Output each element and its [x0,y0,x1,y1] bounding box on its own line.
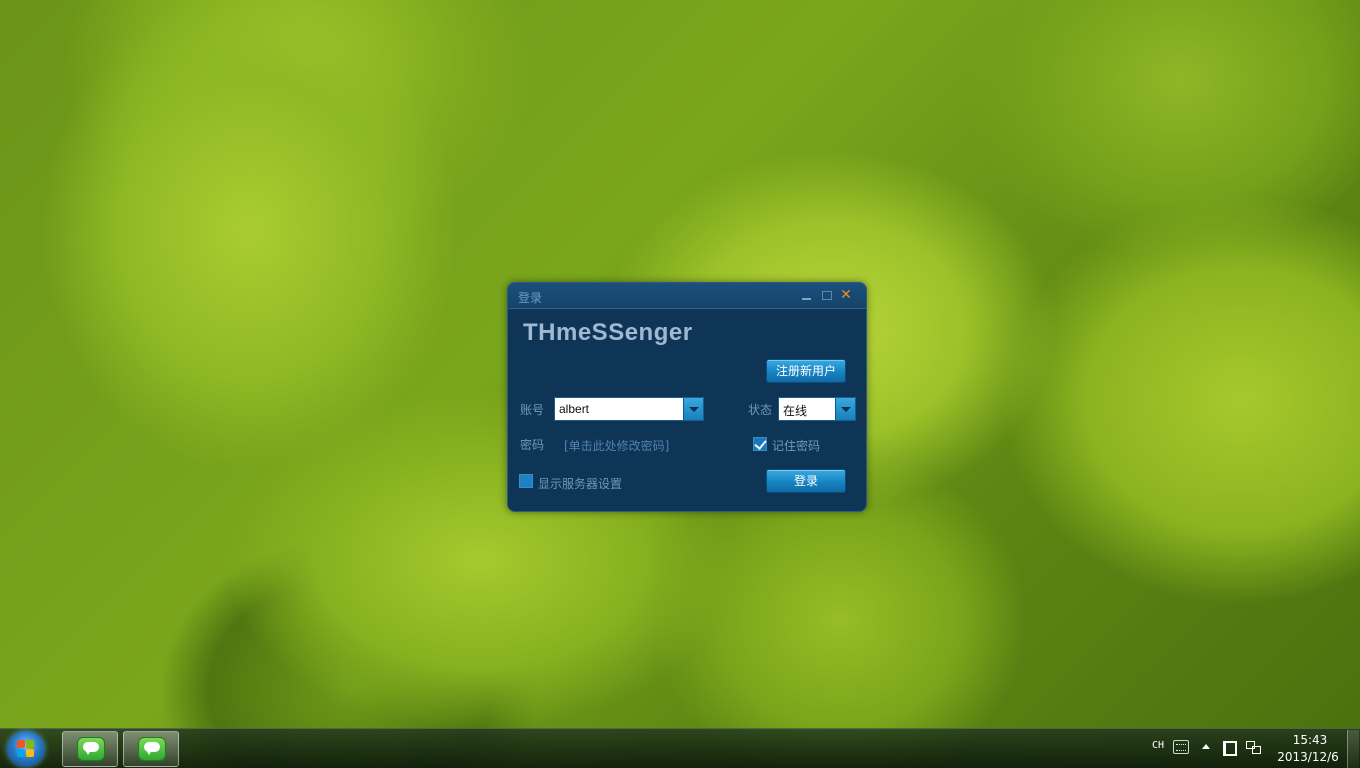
maximize-button[interactable] [820,288,834,302]
remember-password-label[interactable]: 记住密码 [772,437,820,454]
title-bar[interactable]: 登录 ✕ [508,283,866,309]
server-settings-label[interactable]: 显示服务器设置 [538,475,622,492]
status-dropdown-button[interactable] [835,398,855,420]
app-logo: THmeSSenger [523,319,693,346]
network-icon[interactable] [1245,740,1261,754]
show-hidden-icons-icon[interactable] [1199,740,1215,754]
register-button[interactable]: 注册新用户 [766,359,846,383]
login-window: 登录 ✕ THmeSSenger 注册新用户 账号 albert 状态 在线 密… [507,282,867,512]
status-combobox[interactable]: 在线 [778,397,856,421]
server-settings-checkbox[interactable] [519,474,533,488]
status-value[interactable]: 在线 [783,402,807,419]
chat-bubble-icon [138,737,166,761]
status-label: 状态 [748,403,773,417]
password-label: 密码 [520,438,545,452]
login-button[interactable]: 登录 [766,469,846,493]
minimize-button[interactable] [800,288,814,302]
remember-password-checkbox[interactable] [753,437,767,451]
taskbar-app-1[interactable] [62,731,118,767]
account-value[interactable]: albert [559,402,589,416]
start-button[interactable] [7,731,45,767]
show-desktop-button[interactable] [1347,730,1359,768]
account-dropdown-button[interactable] [683,398,703,420]
chat-bubble-icon [77,737,105,761]
action-center-icon[interactable] [1220,740,1237,756]
clock-time[interactable]: 15:43 [1290,733,1330,747]
window-title: 登录 [518,291,543,305]
windows-start-icon [17,740,35,758]
change-password-link[interactable]: [单击此处修改密码] [564,437,669,454]
language-indicator[interactable]: CH [1152,740,1164,751]
account-label: 账号 [520,403,545,417]
clock-date[interactable]: 2013/12/6 [1276,750,1340,764]
keyboard-icon[interactable] [1173,740,1189,754]
account-combobox[interactable]: albert [554,397,704,421]
close-button[interactable]: ✕ [839,288,853,302]
taskbar-app-2[interactable] [123,731,179,767]
taskbar: CH 15:43 2013/12/6 [0,728,1360,768]
